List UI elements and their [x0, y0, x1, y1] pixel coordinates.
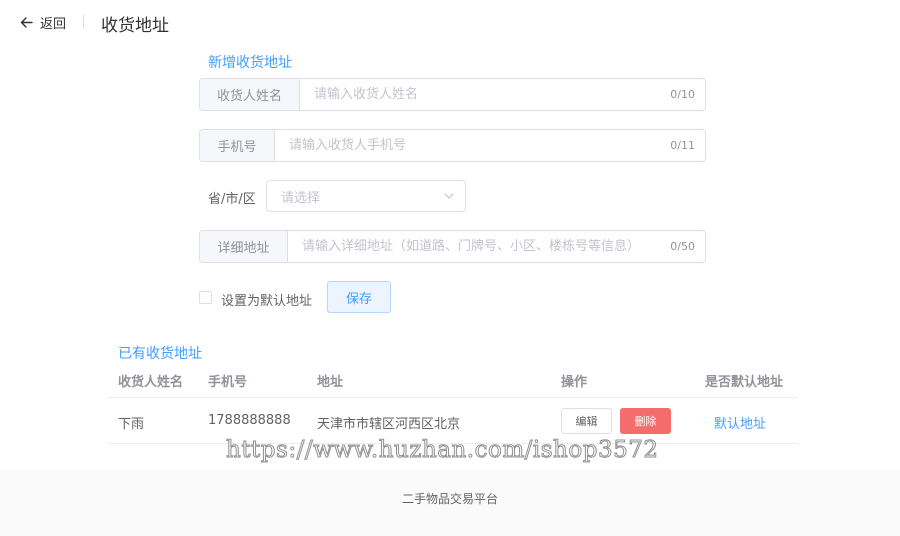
column-header-address: 地址 — [317, 375, 344, 390]
region-select[interactable]: 请选择 — [266, 180, 466, 212]
existing-address-title: 已有收货地址 — [118, 346, 202, 362]
receiver-name-label: 收货人姓名 — [200, 79, 300, 110]
page-title: 收货地址 — [101, 16, 169, 36]
column-header-name: 收货人姓名 — [118, 375, 184, 390]
header-divider — [83, 15, 84, 29]
arrow-left-icon — [20, 16, 33, 28]
delete-button[interactable]: 删除 — [620, 408, 671, 434]
phone-input[interactable] — [275, 130, 671, 161]
save-button[interactable]: 保存 — [327, 281, 391, 313]
row-phone: 1788888888 — [208, 413, 291, 428]
watermark-text: https://www.huzhan.com/ishop3572 — [225, 437, 659, 464]
default-address-checkbox-label[interactable]: 设置为默认地址 — [221, 290, 312, 309]
back-button[interactable]: 返回 — [20, 12, 66, 32]
new-address-title: 新增收货地址 — [208, 55, 292, 71]
footer-text: 二手物品交易平台 — [401, 492, 498, 506]
row-name: 下雨 — [118, 417, 145, 432]
row-address: 天津市市辖区河西区北京 — [317, 417, 461, 432]
default-address-link[interactable]: 默认地址 — [714, 413, 766, 432]
phone-group: 手机号 0/11 — [199, 129, 706, 162]
detail-address-group: 详细地址 0/50 — [199, 230, 706, 263]
table-header-divider — [108, 397, 798, 398]
receiver-name-input[interactable] — [300, 79, 671, 110]
chevron-down-icon — [444, 193, 454, 199]
region-label: 省/市/区 — [208, 192, 256, 207]
column-header-default: 是否默认地址 — [705, 375, 784, 390]
back-label: 返回 — [40, 16, 67, 32]
phone-count: 0/11 — [670, 139, 695, 152]
receiver-name-count: 0/10 — [670, 88, 695, 101]
page-header: 返回 收货地址 — [0, 0, 900, 44]
phone-label: 手机号 — [200, 130, 275, 161]
detail-address-label: 详细地址 — [200, 231, 288, 262]
column-header-phone: 手机号 — [208, 375, 248, 390]
default-address-checkbox[interactable] — [199, 291, 212, 304]
receiver-name-group: 收货人姓名 0/10 — [199, 78, 706, 111]
column-header-actions: 操作 — [561, 375, 588, 390]
detail-address-count: 0/50 — [670, 240, 695, 253]
detail-address-input[interactable] — [288, 231, 671, 262]
footer: 二手物品交易平台 — [0, 470, 900, 536]
region-select-placeholder: 请选择 — [281, 190, 321, 206]
edit-button[interactable]: 编辑 — [561, 408, 612, 434]
